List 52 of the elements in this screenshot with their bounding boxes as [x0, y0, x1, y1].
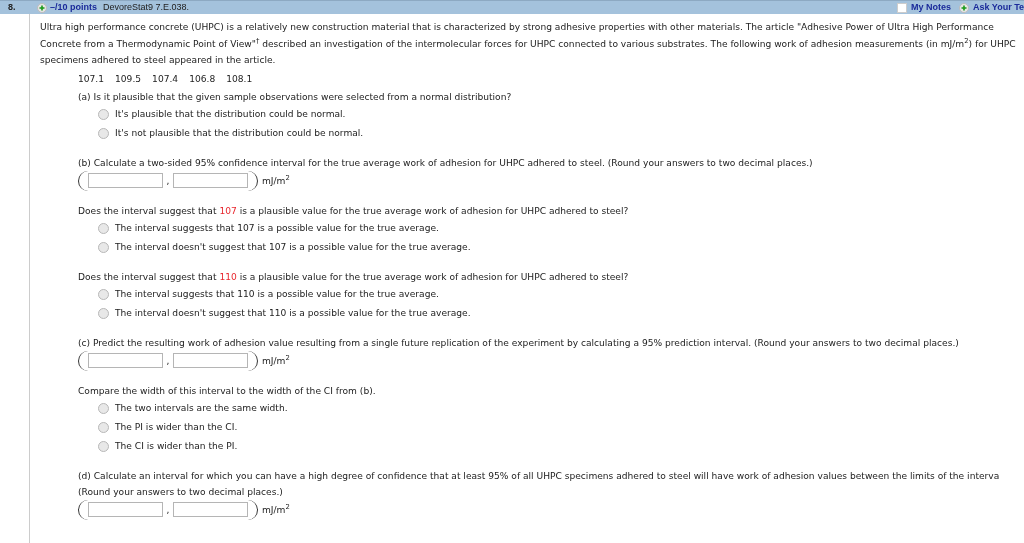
radio-button[interactable]: [98, 402, 109, 414]
separator: ,: [165, 354, 171, 367]
data-value: 108.1: [226, 72, 253, 86]
option-label: It's plausible that the distribution could be normal.: [115, 108, 346, 121]
radio-button[interactable]: [98, 108, 109, 120]
plus-icon: [37, 2, 47, 13]
option-label: The PI is wider than the CI.: [115, 421, 238, 434]
option-label: The interval doesn't suggest that 110 is a possible value for the true average.: [115, 307, 471, 320]
plus-icon: [958, 2, 969, 13]
radio-button[interactable]: [98, 222, 109, 234]
radio-button[interactable]: [98, 440, 109, 452]
question-text: Does the interval suggest that 107 is a plausible value for the true average work of adhesion for UHPC adhered to steel?: [78, 204, 630, 218]
question-text: (d) Calculate an interval for which you can have a high degree of confidence that at least 95% of all UHPC specimens adhered to steel will have work of adhesion values between the limits of the interva: [78, 469, 1001, 483]
question-text: (a) Is it plausible that the given sample observations were selected from a normal distribution?: [78, 90, 513, 104]
option-label: The CI is wider than the PI.: [115, 440, 238, 453]
option-label: The two intervals are the same width.: [115, 402, 288, 415]
option-label: The interval suggests that 107 is a possible value for the true average.: [115, 222, 439, 235]
radio-button[interactable]: [98, 127, 109, 139]
data-value: 107.1: [78, 72, 105, 86]
data-value: 109.5: [115, 72, 142, 86]
upper-bound-field[interactable]: [173, 502, 248, 517]
radio-button[interactable]: [98, 288, 109, 300]
option-label: The interval suggests that 110 is a possible value for the true average.: [115, 288, 439, 301]
radio-button[interactable]: [98, 307, 109, 319]
question-number: 8.: [7, 0, 17, 14]
question-text: (c) Predict the resulting work of adhesion value resulting from a single future replication of the experiment by calculating a 95% prediction interval. (Round your answers to two decimal places.): [78, 336, 960, 350]
ask-teacher-link[interactable]: Ask Your Te: [972, 0, 1024, 15]
radio-button[interactable]: [98, 241, 109, 253]
notes-checkbox[interactable]: [896, 2, 907, 13]
lower-bound-field[interactable]: [88, 353, 163, 368]
problem-text: Ultra high performance concrete (UHPC) is a relatively new construction material that is characterized by strong adhesive properties with other materials. The article "Adhesive Power of Ultra High Performance Concrete from a Thermodynamic Point of View"$^{†}$ described an investigation of the intermolecular forces for UHPC connected to various substrates. The following work of adhesion measurements (in mJ/m$^{2}$) for UHPC specimens adhered to steel appeared in the article.: [40, 21, 1017, 67]
radio-button[interactable]: [98, 421, 109, 433]
question-text: Does the interval suggest that 110 is a plausible value for the true average work of adhesion for UHPC adhered to steel?: [78, 270, 630, 284]
data-value: 106.8: [189, 72, 216, 86]
lower-bound-field[interactable]: [88, 502, 163, 517]
unit-label: mJ/m$^{2}$: [262, 353, 290, 368]
points-label: –/10 points: [50, 0, 97, 14]
unit-label: mJ/m$^{2}$: [262, 173, 290, 188]
data-value: 107.4: [152, 72, 179, 86]
question-text: (Round your answers to two decimal places.): [78, 485, 284, 499]
upper-bound-field[interactable]: [173, 353, 248, 368]
question-text: (b) Calculate a two-sided 95% confidence interval for the true average work of adhesion for UHPC adhered to steel. (Round your answers to two decimal places.): [78, 156, 814, 170]
unit-label: mJ/m$^{2}$: [262, 502, 290, 517]
upper-bound-field[interactable]: [173, 173, 248, 188]
source-label: DevoreStat9 7.E.038.: [103, 0, 190, 14]
option-label: The interval doesn't suggest that 107 is a possible value for the true average.: [115, 241, 471, 254]
lower-bound-field[interactable]: [88, 173, 163, 188]
separator: ,: [165, 174, 171, 187]
separator: ,: [165, 503, 171, 516]
question-text: Compare the width of this interval to the width of the CI from (b).: [78, 384, 377, 398]
my-notes-link[interactable]: My Notes: [910, 0, 951, 15]
option-label: It's not plausible that the distribution could be normal.: [115, 127, 364, 140]
